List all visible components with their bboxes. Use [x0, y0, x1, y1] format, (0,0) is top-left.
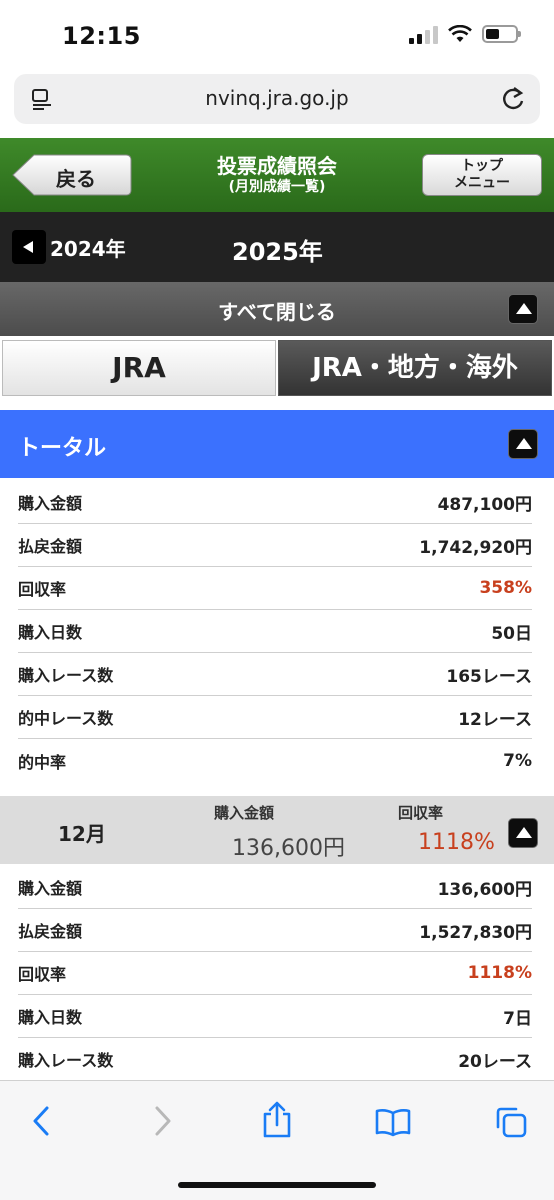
row-label: 購入日数 — [18, 623, 83, 642]
table-row: 回収率 358% — [18, 567, 532, 610]
page-title: 投票成績照会 — [217, 154, 337, 178]
table-row: 的中率 7% — [18, 739, 532, 782]
table-row: 購入レース数 165レース — [18, 653, 532, 696]
collapse-up-icon[interactable] — [508, 294, 538, 324]
row-label: 購入レース数 — [18, 1051, 114, 1070]
row-label: 購入日数 — [18, 1008, 83, 1027]
current-year: 2025年 — [232, 238, 323, 266]
row-value: 20レース — [458, 1051, 532, 1072]
page-subtitle: (月別成績一覧) — [228, 179, 326, 195]
row-value: 358% — [479, 578, 532, 598]
row-value: 1,742,920円 — [419, 537, 532, 558]
row-value: 7% — [503, 750, 532, 771]
table-row: 購入レース数 20レース — [18, 1038, 532, 1081]
top-menu-label-1: トップ — [461, 158, 503, 174]
month-purchase-value: 136,600円 — [232, 836, 345, 861]
row-label: 回収率 — [18, 965, 67, 984]
table-row: 購入金額 487,100円 — [18, 481, 532, 524]
row-value: 487,100円 — [437, 494, 532, 515]
table-row: 購入日数 50日 — [18, 610, 532, 653]
chevron-left-icon[interactable] — [30, 1105, 54, 1137]
home-indicator — [178, 1182, 376, 1188]
share-icon[interactable] — [260, 1101, 294, 1139]
chevron-right-icon[interactable] — [150, 1105, 174, 1137]
app-header: 戻る 投票成績照会 (月別成績一覧) トップ メニュー — [0, 138, 554, 212]
table-row: 払戻金額 1,742,920円 — [18, 524, 532, 567]
year-navigation: 2024年 2025年 — [0, 212, 554, 282]
month-section-header[interactable]: 12月 購入金額 回収率 136,600円 1118% — [0, 796, 554, 864]
total-rows: 購入金額 487,100円 払戻金額 1,742,920円 回収率 358% 購入日数… — [18, 481, 532, 782]
reload-icon[interactable] — [500, 85, 526, 113]
row-label: 購入レース数 — [18, 666, 114, 685]
row-value: 165レース — [446, 666, 532, 687]
close-all-label: すべて閉じる — [218, 300, 336, 324]
row-value: 50日 — [491, 623, 532, 644]
month-return-value: 1118% — [418, 830, 495, 855]
month-label: 12月 — [58, 822, 106, 846]
collapse-up-icon[interactable] — [508, 429, 538, 459]
prev-year-label: 2024年 — [50, 236, 126, 261]
address-bar[interactable]: nvinq.jra.go.jp — [14, 74, 540, 124]
row-label: 購入金額 — [18, 494, 83, 513]
battery-icon — [482, 25, 521, 43]
month-purchase-header: 購入金額 — [214, 804, 275, 822]
row-value: 12レース — [458, 709, 532, 730]
cellular-signal-icon — [409, 24, 438, 44]
prev-year-button[interactable]: 2024年 — [12, 230, 126, 264]
url-text[interactable]: nvinq.jra.go.jp — [14, 86, 540, 110]
back-button-label: 戻る — [56, 167, 96, 191]
top-menu-button[interactable]: トップ メニュー — [422, 154, 542, 196]
table-row: 回収率 1118% — [18, 952, 532, 995]
table-row: 購入日数 7日 — [18, 995, 532, 1038]
bookmarks-icon[interactable] — [374, 1107, 412, 1137]
table-row: 的中レース数 12レース — [18, 696, 532, 739]
row-label: 購入金額 — [18, 879, 83, 898]
total-section-header[interactable]: トータル — [0, 410, 554, 478]
collapse-up-icon[interactable] — [508, 818, 538, 848]
row-value: 136,600円 — [437, 879, 532, 900]
month-rows: 購入金額 136,600円 払戻金額 1,527,830円 回収率 1118% 購入日… — [18, 866, 532, 1081]
back-button[interactable]: 戻る — [12, 154, 132, 196]
tabs-icon[interactable] — [494, 1105, 528, 1139]
row-label: 払戻金額 — [18, 922, 83, 941]
row-value: 1118% — [467, 963, 532, 983]
row-label: 的中レース数 — [18, 709, 114, 728]
triangle-left-icon — [12, 230, 46, 264]
tab-jra-local-overseas[interactable]: JRA・地方・海外 — [278, 340, 552, 396]
row-label: 回収率 — [18, 580, 67, 599]
month-return-header: 回収率 — [398, 804, 444, 822]
table-row: 払戻金額 1,527,830円 — [18, 909, 532, 952]
status-time: 12:15 — [62, 22, 141, 50]
row-value: 7日 — [503, 1008, 532, 1029]
tab-jra[interactable]: JRA — [2, 340, 276, 396]
top-menu-label-2: メニュー — [454, 175, 510, 191]
row-value: 1,527,830円 — [419, 922, 532, 943]
status-bar: 12:15 — [0, 0, 554, 70]
row-label: 的中率 — [18, 752, 67, 772]
close-all-bar[interactable]: すべて閉じる — [0, 282, 554, 336]
row-label: 払戻金額 — [18, 537, 83, 556]
table-row: 購入金額 136,600円 — [18, 866, 532, 909]
wifi-icon — [448, 25, 472, 42]
total-label: トータル — [18, 436, 107, 461]
